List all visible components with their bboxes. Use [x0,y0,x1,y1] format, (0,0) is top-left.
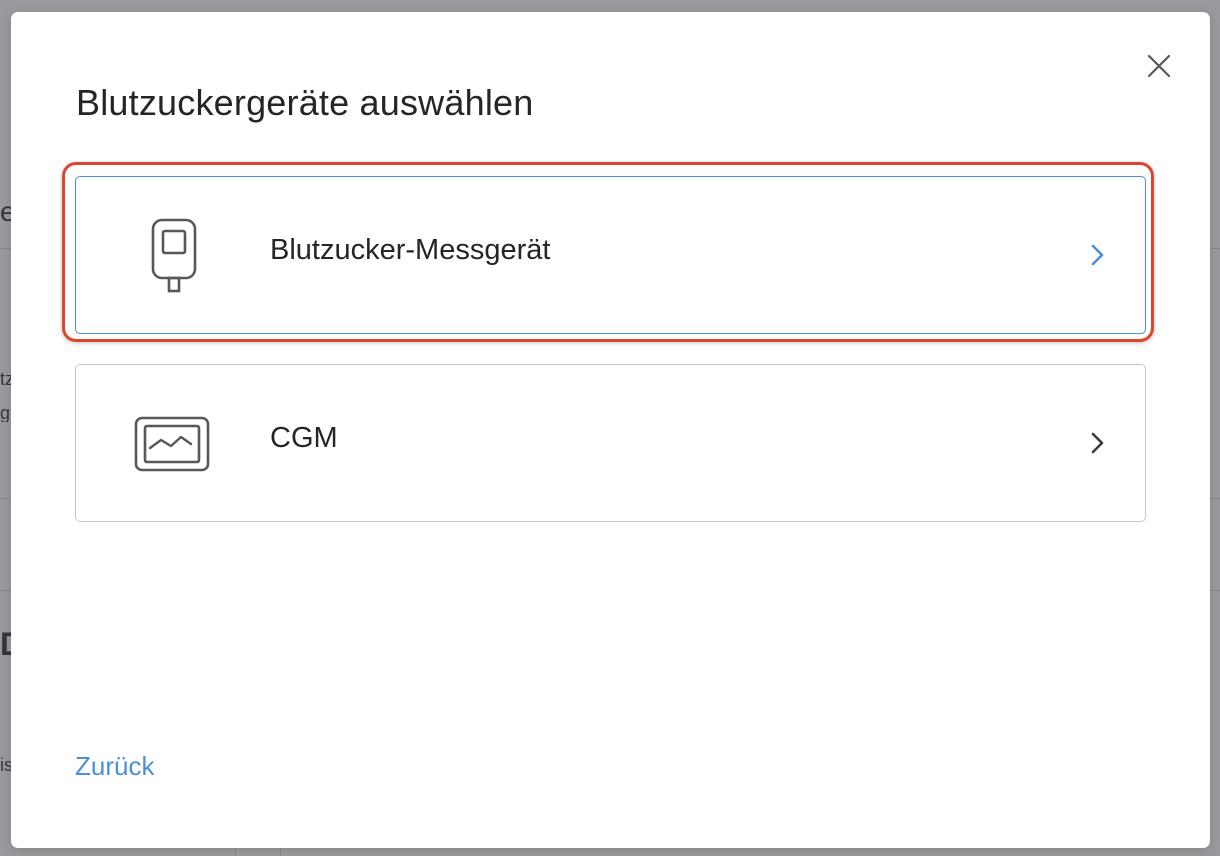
back-link[interactable]: Zurück [75,751,154,782]
chevron-right-icon [1088,241,1108,269]
option-cgm[interactable]: CGM [75,364,1146,522]
chevron-right-icon [1088,429,1108,457]
option-glucose-meter[interactable]: Blutzucker-Messgerät [75,176,1146,334]
device-selection-modal: Blutzuckergeräte auswählen Blutzucker-Me… [11,12,1210,848]
option-label: CGM [270,422,338,454]
close-button[interactable] [1143,50,1175,82]
modal-title: Blutzuckergeräte auswählen [76,82,534,123]
close-icon [1147,54,1171,78]
option-label: Blutzucker-Messgerät [270,234,551,266]
cgm-monitor-icon [134,404,214,484]
glucose-meter-icon [134,216,214,296]
